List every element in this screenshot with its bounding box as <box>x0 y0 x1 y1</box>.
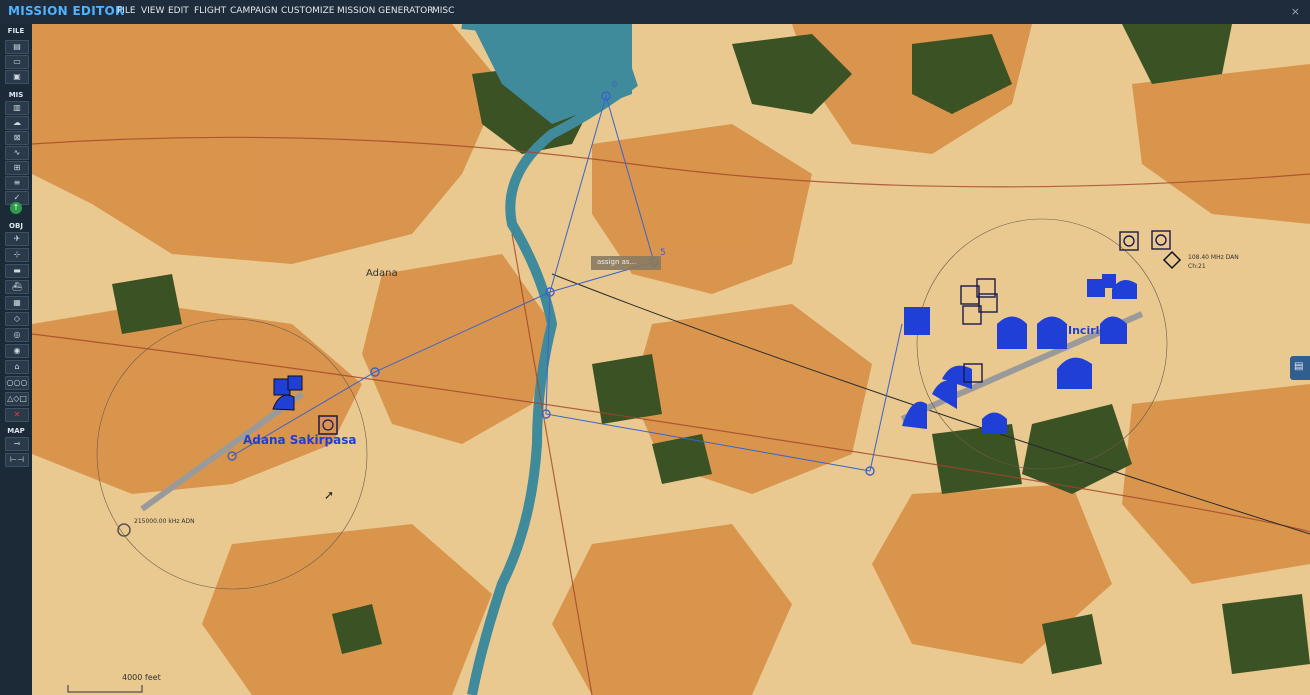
open-mission-button[interactable]: ▭ <box>5 55 29 69</box>
units-list-button[interactable]: ≡ <box>5 176 29 190</box>
waypoint-zero-label: 0 <box>612 80 618 89</box>
briefing-button[interactable]: ▥ <box>5 101 29 115</box>
save-mission-button[interactable]: ▣ <box>5 70 29 84</box>
menu-bar: MISSION EDITOR FILE VIEW EDIT FLIGHT CAM… <box>0 0 1310 24</box>
add-radio-button[interactable]: ◉ <box>5 344 29 358</box>
goals-button[interactable]: ⊞ <box>5 161 29 175</box>
waypoint-icon: ◇ <box>13 314 21 323</box>
add-ship-button[interactable]: ⛴ <box>5 280 29 294</box>
add-plane-button[interactable]: ✈ <box>5 232 29 246</box>
side-panel-toggle[interactable]: ▤ <box>1290 356 1310 380</box>
plane-icon: ✈ <box>13 234 21 243</box>
new-mission-icon: ▤ <box>13 42 21 51</box>
waypoint-number-label: 5 <box>660 248 666 258</box>
shapes-button[interactable]: △◇□ <box>5 392 29 406</box>
assign-tooltip[interactable]: assign as... <box>597 258 636 266</box>
target-zone-icon: ◎ <box>13 330 21 339</box>
route-button[interactable]: ∿ <box>5 146 29 160</box>
new-mission-button[interactable]: ▤ <box>5 40 29 54</box>
beacon-channel-label: Ch:21 <box>1188 263 1206 270</box>
mouse-cursor-icon: ➚ <box>324 488 335 502</box>
menu-flight[interactable]: FLIGHT <box>194 6 226 16</box>
menu-misc[interactable]: MISC <box>432 6 454 16</box>
static-object-icon: ▦ <box>13 298 21 307</box>
menu-mission-generator[interactable]: MISSION GENERATOR <box>337 6 433 16</box>
ruler-button[interactable]: ⊸ <box>5 437 29 451</box>
measure-button[interactable]: ⊢⊣ <box>5 453 29 467</box>
helicopter-icon: ⊹ <box>13 250 21 259</box>
open-mission-icon: ▭ <box>13 57 21 66</box>
app-title: MISSION EDITOR <box>8 4 125 18</box>
sidebar-section-file: FILE <box>7 27 25 35</box>
radio-icon: ◉ <box>13 346 21 355</box>
airfield-label-incirlik[interactable]: Incirlik <box>1068 324 1111 337</box>
triggers-icon: ⊠ <box>13 133 21 142</box>
units-list-icon: ≡ <box>13 178 21 187</box>
briefing-icon: ▥ <box>13 103 21 112</box>
sidebar-section-obj: OBJ <box>9 222 23 230</box>
add-ground-unit-button[interactable]: ▬ <box>5 264 29 278</box>
menu-file[interactable]: FILE <box>117 6 136 16</box>
city-label-adana: Adana <box>366 268 398 279</box>
menu-campaign[interactable]: CAMPAIGN <box>230 6 278 16</box>
ship-icon: ⛴ <box>11 282 23 291</box>
close-icon[interactable]: × <box>1291 5 1300 18</box>
add-static-object-button[interactable]: ▦ <box>5 296 29 310</box>
menu-view[interactable]: VIEW <box>141 6 164 16</box>
ground-unit-icon: ▬ <box>13 266 21 275</box>
weather-icon: ☁ <box>13 118 21 127</box>
sidebar-section-mis: MIS <box>8 91 24 99</box>
menu-customize[interactable]: CUSTOMIZE <box>281 6 334 16</box>
status-up-icon[interactable]: ↑ <box>10 202 22 214</box>
sidebar-section-map: MAP <box>7 427 25 435</box>
airfield-icon: ⌂ <box>14 362 20 371</box>
save-mission-icon: ▣ <box>13 72 21 81</box>
airfield-label-adana-sakirpasa[interactable]: Adana Sakirpasa <box>243 433 356 447</box>
delete-icon: ✕ <box>13 410 21 419</box>
editor-sidebar: FILE ▤ ▭ ▣ MIS ▥ ☁ ⊠ ∿ ⊞ ≡ ✓ ↑ OBJ ✈ ⊹ ▬… <box>0 24 32 695</box>
shapes-icon: △◇□ <box>7 394 27 403</box>
group-button[interactable]: ○○○ <box>5 376 29 390</box>
menu-edit[interactable]: EDIT <box>168 6 189 16</box>
triggers-button[interactable]: ⊠ <box>5 131 29 145</box>
measure-icon: ⊢⊣ <box>10 455 24 464</box>
panel-icon: ▤ <box>1294 361 1304 372</box>
add-waypoint-button[interactable]: ◇ <box>5 312 29 326</box>
map-terrain <box>32 24 1310 695</box>
route-icon: ∿ <box>13 148 21 157</box>
ruler-icon: ⊸ <box>13 439 21 448</box>
beacon-label-incirlik: 108.40 MHz DAN <box>1188 254 1239 261</box>
map-canvas[interactable]: Adana Adana Sakirpasa Incirlik 215000.00… <box>32 24 1310 695</box>
add-helicopter-button[interactable]: ⊹ <box>5 248 29 262</box>
add-target-zone-button[interactable]: ◎ <box>5 328 29 342</box>
airfield-button[interactable]: ⌂ <box>5 360 29 374</box>
weather-button[interactable]: ☁ <box>5 116 29 130</box>
delete-button[interactable]: ✕ <box>5 408 29 422</box>
goals-icon: ⊞ <box>13 163 21 172</box>
beacon-label-adana: 215000.00 kHz ADN <box>134 518 195 525</box>
group-icon: ○○○ <box>6 378 28 387</box>
map-scale-label: 4000 feet <box>122 673 161 682</box>
